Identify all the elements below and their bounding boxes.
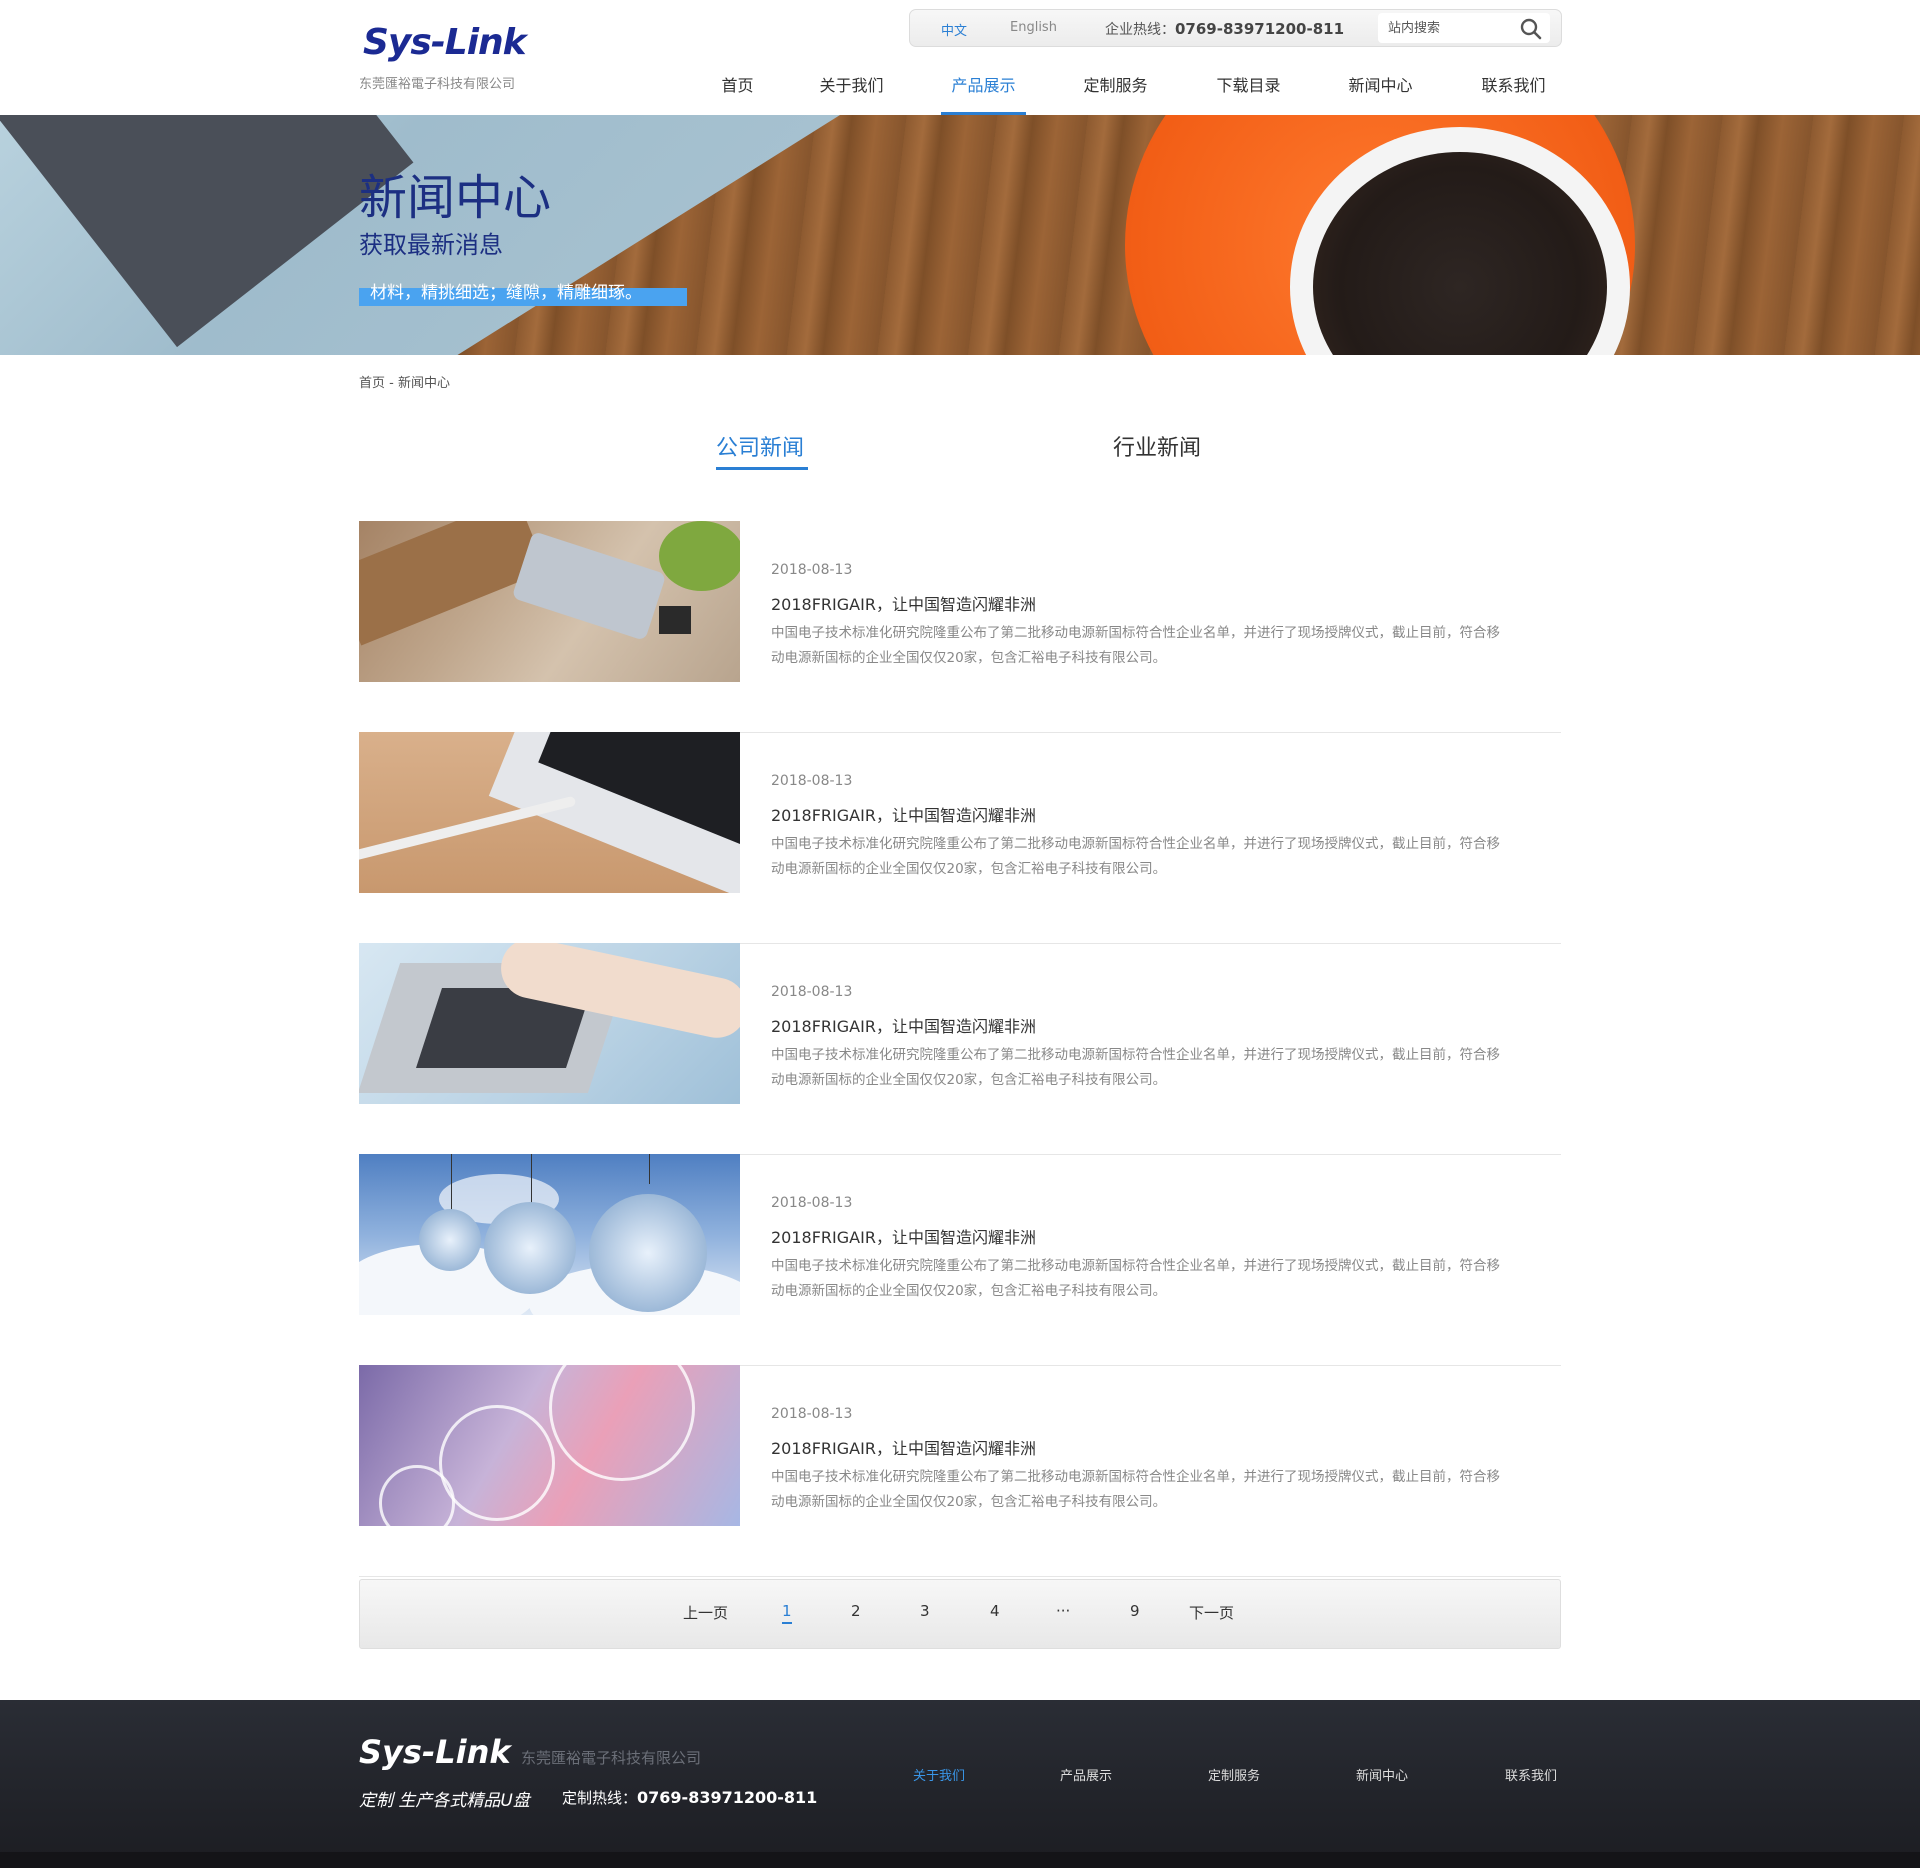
nav-custom-service[interactable]: 定制服务 <box>1073 62 1158 115</box>
nav-downloads[interactable]: 下载目录 <box>1206 62 1291 115</box>
footer-logo[interactable]: Sys-Link <box>359 1733 511 1771</box>
news-item[interactable]: 2018-08-13 2018FRIGAIR，让中国智造闪耀非洲 中国电子技术标… <box>359 521 1561 733</box>
news-item[interactable]: 2018-08-13 2018FRIGAIR，让中国智造闪耀非洲 中国电子技术标… <box>359 732 1561 944</box>
news-summary: 中国电子技术标准化研究院隆重公布了第二批移动电源新国标符合性企业名单，并进行了现… <box>771 1258 1500 1299</box>
news-summary: 中国电子技术标准化研究院隆重公布了第二批移动电源新国标符合性企业名单，并进行了现… <box>771 1469 1500 1510</box>
news-date: 2018-08-13 <box>771 562 853 578</box>
pagination-page[interactable]: 4 <box>990 1602 1000 1620</box>
breadcrumb-current: 新闻中心 <box>398 376 451 391</box>
site-logo[interactable]: Sys-Link <box>363 22 527 63</box>
site-footer: Sys-Link 东莞匯裕電子科技有限公司 定制 生产各式精品U盘 定制热线：0… <box>0 1700 1920 1868</box>
search-input[interactable] <box>1386 18 1510 38</box>
banner-tagline: 材料，精挑细选；缝隙，精雕细琢。 <box>370 283 642 303</box>
news-title[interactable]: 2018FRIGAIR，让中国智造闪耀非洲 <box>771 1013 1036 1037</box>
news-title[interactable]: 2018FRIGAIR，让中国智造闪耀非洲 <box>771 802 1036 826</box>
footer-link-about[interactable]: 关于我们 <box>913 1765 965 1784</box>
nav-about[interactable]: 关于我们 <box>809 62 894 115</box>
nav-contact[interactable]: 联系我们 <box>1471 62 1556 115</box>
footer-hotline: 定制热线：0769-83971200-811 <box>562 1787 817 1808</box>
pagination-next[interactable]: 下一页 <box>1189 1602 1234 1623</box>
news-thumbnail[interactable] <box>359 943 740 1104</box>
footer-slogan: 定制 生产各式精品U盘 <box>359 1791 530 1811</box>
tab-industry-news[interactable]: 行业新闻 <box>1113 430 1201 462</box>
search-icon[interactable] <box>1520 18 1542 40</box>
news-date: 2018-08-13 <box>771 1406 853 1422</box>
news-title[interactable]: 2018FRIGAIR，让中国智造闪耀非洲 <box>771 1435 1036 1459</box>
language-english-link[interactable]: English <box>1010 20 1057 35</box>
news-item[interactable]: 2018-08-13 2018FRIGAIR，让中国智造闪耀非洲 中国电子技术标… <box>359 1365 1561 1577</box>
breadcrumb: 首页 - 新闻中心 <box>359 372 450 391</box>
news-thumbnail[interactable] <box>359 1154 740 1315</box>
news-date: 2018-08-13 <box>771 1195 853 1211</box>
pagination-page[interactable]: 9 <box>1130 1602 1140 1620</box>
hotline: 企业热线：0769-83971200-811 <box>1105 19 1344 39</box>
main-nav: 首页 关于我们 产品展示 定制服务 下载目录 新闻中心 联系我们 <box>695 62 1565 115</box>
pagination-prev[interactable]: 上一页 <box>683 1602 728 1623</box>
news-thumbnail[interactable] <box>359 732 740 893</box>
hotline-number: 0769-83971200-811 <box>1175 20 1345 38</box>
news-title[interactable]: 2018FRIGAIR，让中国智造闪耀非洲 <box>771 1224 1036 1248</box>
footer-link-news[interactable]: 新闻中心 <box>1356 1765 1408 1784</box>
tab-company-news[interactable]: 公司新闻 <box>716 430 804 462</box>
nav-home[interactable]: 首页 <box>695 62 780 115</box>
top-utility-bar: 中文 English 企业热线：0769-83971200-811 <box>909 9 1562 47</box>
news-date: 2018-08-13 <box>771 984 853 1000</box>
footer-hotline-number: 0769-83971200-811 <box>637 1788 818 1807</box>
nav-news[interactable]: 新闻中心 <box>1338 62 1423 115</box>
news-thumbnail[interactable] <box>359 1365 740 1526</box>
language-chinese-link[interactable]: 中文 <box>941 20 967 39</box>
pagination-page[interactable]: 2 <box>851 1602 861 1620</box>
news-item[interactable]: 2018-08-13 2018FRIGAIR，让中国智造闪耀非洲 中国电子技术标… <box>359 943 1561 1155</box>
news-summary: 中国电子技术标准化研究院隆重公布了第二批移动电源新国标符合性企业名单，并进行了现… <box>771 836 1500 877</box>
news-item[interactable]: 2018-08-13 2018FRIGAIR，让中国智造闪耀非洲 中国电子技术标… <box>359 1154 1561 1366</box>
footer-company-name: 东莞匯裕電子科技有限公司 <box>521 1749 702 1767</box>
footer-link-custom-service[interactable]: 定制服务 <box>1208 1765 1260 1784</box>
nav-products[interactable]: 产品展示 <box>941 62 1026 115</box>
company-name: 东莞匯裕電子科技有限公司 <box>359 77 516 92</box>
footer-link-contact[interactable]: 联系我们 <box>1505 1765 1557 1784</box>
news-title[interactable]: 2018FRIGAIR，让中国智造闪耀非洲 <box>771 591 1036 615</box>
news-thumbnail[interactable] <box>359 521 740 682</box>
active-tab-indicator <box>716 467 808 470</box>
news-summary: 中国电子技术标准化研究院隆重公布了第二批移动电源新国标符合性企业名单，并进行了现… <box>771 625 1500 666</box>
breadcrumb-home[interactable]: 首页 <box>359 376 385 391</box>
footer-bottom-strip <box>0 1852 1920 1868</box>
footer-link-products[interactable]: 产品展示 <box>1060 1765 1112 1784</box>
banner-subtitle: 获取最新消息 <box>359 231 503 259</box>
banner-title: 新闻中心 <box>359 170 552 226</box>
breadcrumb-separator: - <box>389 376 394 391</box>
pagination: 上一页 1 2 3 4 ··· 9 下一页 <box>359 1579 1561 1649</box>
pagination-page[interactable]: 3 <box>920 1602 930 1620</box>
site-search <box>1378 13 1550 43</box>
pagination-page[interactable]: 1 <box>782 1602 792 1624</box>
news-summary: 中国电子技术标准化研究院隆重公布了第二批移动电源新国标符合性企业名单，并进行了现… <box>771 1047 1500 1088</box>
site-header: Sys-Link 东莞匯裕電子科技有限公司 中文 English 企业热线：07… <box>0 0 1920 115</box>
pagination-ellipsis: ··· <box>1056 1602 1071 1620</box>
hotline-label: 企业热线： <box>1105 22 1175 38</box>
footer-hotline-label: 定制热线： <box>562 1789 638 1807</box>
hero-banner: 新闻中心 获取最新消息 材料，精挑细选；缝隙，精雕细琢。 <box>0 115 1920 355</box>
news-date: 2018-08-13 <box>771 773 853 789</box>
